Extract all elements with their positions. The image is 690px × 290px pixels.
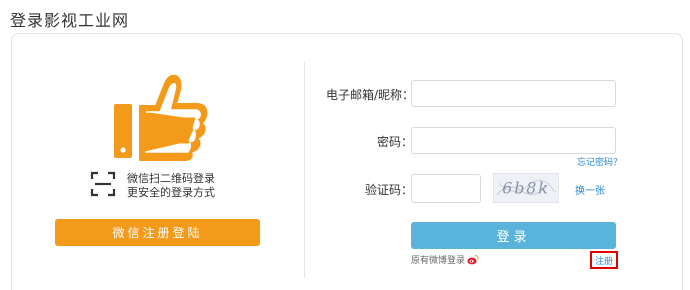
register-highlight: 注册 (590, 251, 618, 269)
login-button[interactable]: 登录 (411, 222, 616, 249)
weibo-login-label[interactable]: 原有微博登录 (411, 253, 465, 266)
captcha-image[interactable]: 6b8k (493, 173, 559, 203)
thumbs-up-icon (114, 74, 208, 161)
wechat-register-login-button[interactable]: 微信注册登陆 (55, 219, 260, 246)
captcha-text: 6b8k (502, 179, 549, 198)
qr-line-2: 更安全的登录方式 (127, 186, 215, 199)
column-divider (304, 62, 305, 278)
captcha-label: 验证码： (365, 183, 414, 197)
qr-scan-icon (90, 171, 116, 197)
email-field[interactable] (411, 80, 616, 107)
register-link[interactable]: 注册 (595, 254, 613, 267)
page-title: 登录影视工业网 (10, 11, 130, 30)
qr-line-1: 微信扫二维码登录 (127, 172, 215, 185)
weibo-login[interactable]: 原有微博登录 (411, 253, 479, 266)
password-field[interactable] (411, 127, 616, 154)
password-label: 密码： (377, 135, 414, 149)
weibo-icon[interactable] (467, 254, 479, 265)
qr-description: 微信扫二维码登录 更安全的登录方式 (127, 172, 215, 200)
email-label: 电子邮箱/昵称： (326, 88, 415, 102)
refresh-captcha-link[interactable]: 换一张 (575, 182, 605, 197)
forgot-password-link[interactable]: 忘记密码？ (577, 155, 622, 168)
captcha-field[interactable] (411, 174, 481, 203)
